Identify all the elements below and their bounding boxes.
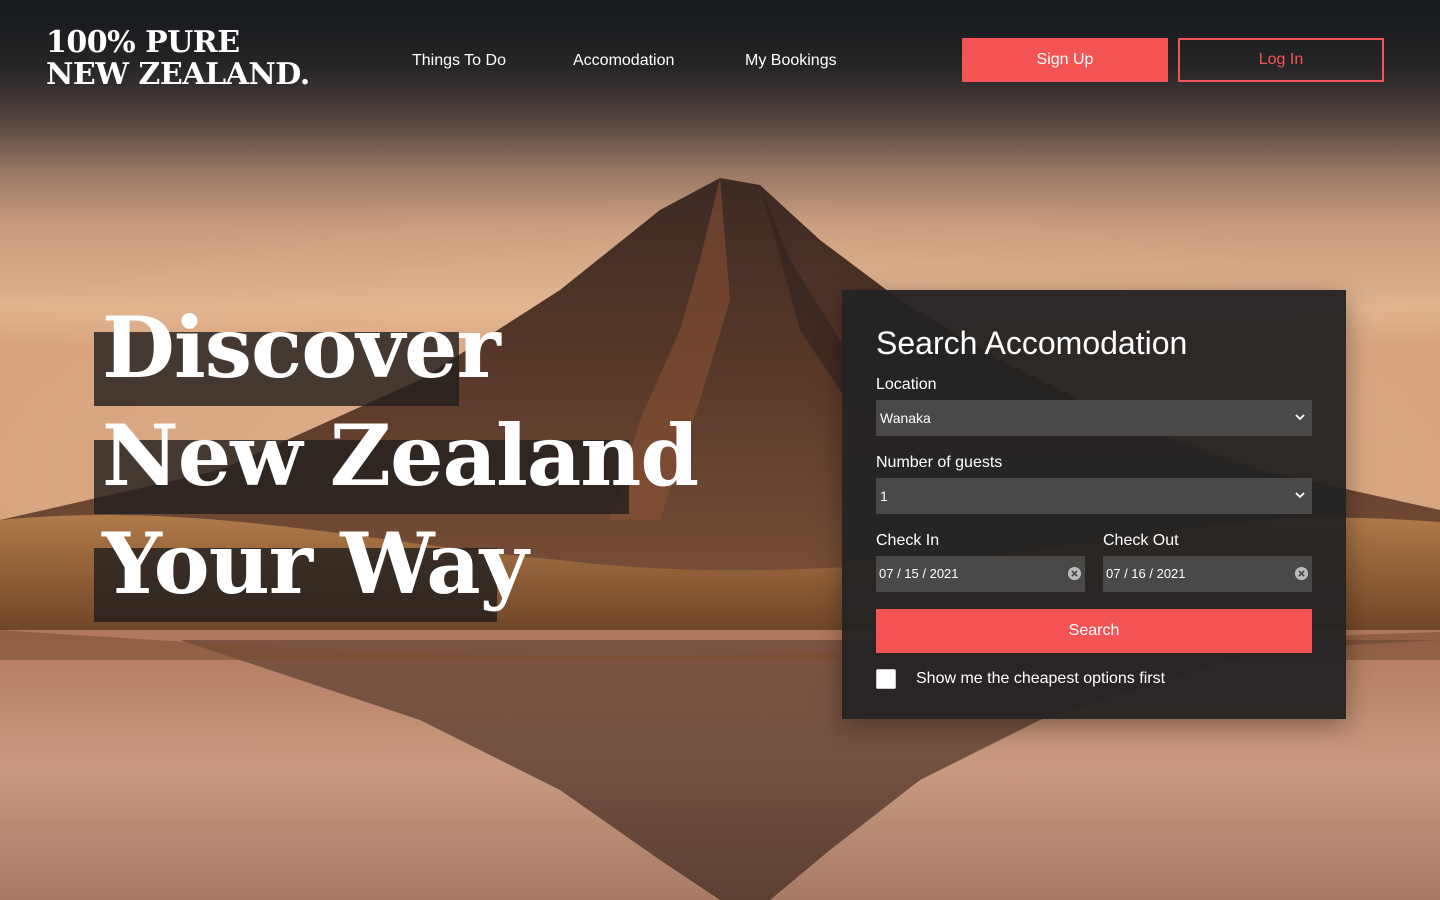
guests-label: Number of guests: [876, 454, 1003, 471]
guests-value: 1: [880, 488, 888, 504]
logo-line-2: NEW ZEALAND.: [46, 57, 310, 92]
nav-link-things-to-do[interactable]: Things To Do: [412, 50, 506, 72]
search-accomodation-panel: Search Accomodation Location Wanaka Numb…: [842, 290, 1346, 719]
headline-text: Your Way: [102, 514, 529, 613]
cheapest-first-label[interactable]: Show me the cheapest options first: [916, 669, 1165, 689]
clear-circle-icon[interactable]: [1294, 566, 1309, 581]
location-select[interactable]: Wanaka: [876, 400, 1312, 436]
search-button[interactable]: Search: [876, 609, 1312, 653]
clear-circle-icon[interactable]: [1067, 566, 1082, 581]
logo-line-1: 100% PURE: [46, 25, 240, 60]
check-in-value: 07 / 15 / 2021: [879, 566, 959, 581]
guests-select[interactable]: 1: [876, 478, 1312, 514]
site-logo[interactable]: 100% PURE NEW ZEALAND.: [46, 27, 310, 91]
check-out-value: 07 / 16 / 2021: [1106, 566, 1186, 581]
check-in-label: Check In: [876, 532, 940, 549]
sign-up-button[interactable]: Sign Up: [962, 38, 1168, 82]
nav-link-my-bookings[interactable]: My Bookings: [745, 50, 837, 72]
check-in-date-input[interactable]: 07 / 15 / 2021: [876, 556, 1085, 592]
check-out-label: Check Out: [1103, 532, 1179, 549]
location-value: Wanaka: [880, 410, 931, 426]
site-header: 100% PURE NEW ZEALAND. Things To Do Acco…: [0, 0, 1440, 120]
chevron-down-icon: [1295, 492, 1305, 499]
nav-link-accomodation[interactable]: Accomodation: [573, 50, 674, 72]
log-in-button[interactable]: Log In: [1178, 38, 1384, 82]
chevron-down-icon: [1295, 414, 1305, 421]
check-out-date-input[interactable]: 07 / 16 / 2021: [1103, 556, 1312, 592]
headline-text: Discover: [102, 298, 501, 397]
location-label: Location: [876, 376, 937, 393]
headline-text: New Zealand: [102, 406, 699, 505]
cheapest-first-checkbox[interactable]: [876, 669, 896, 689]
panel-title: Search Accomodation: [876, 325, 1188, 361]
